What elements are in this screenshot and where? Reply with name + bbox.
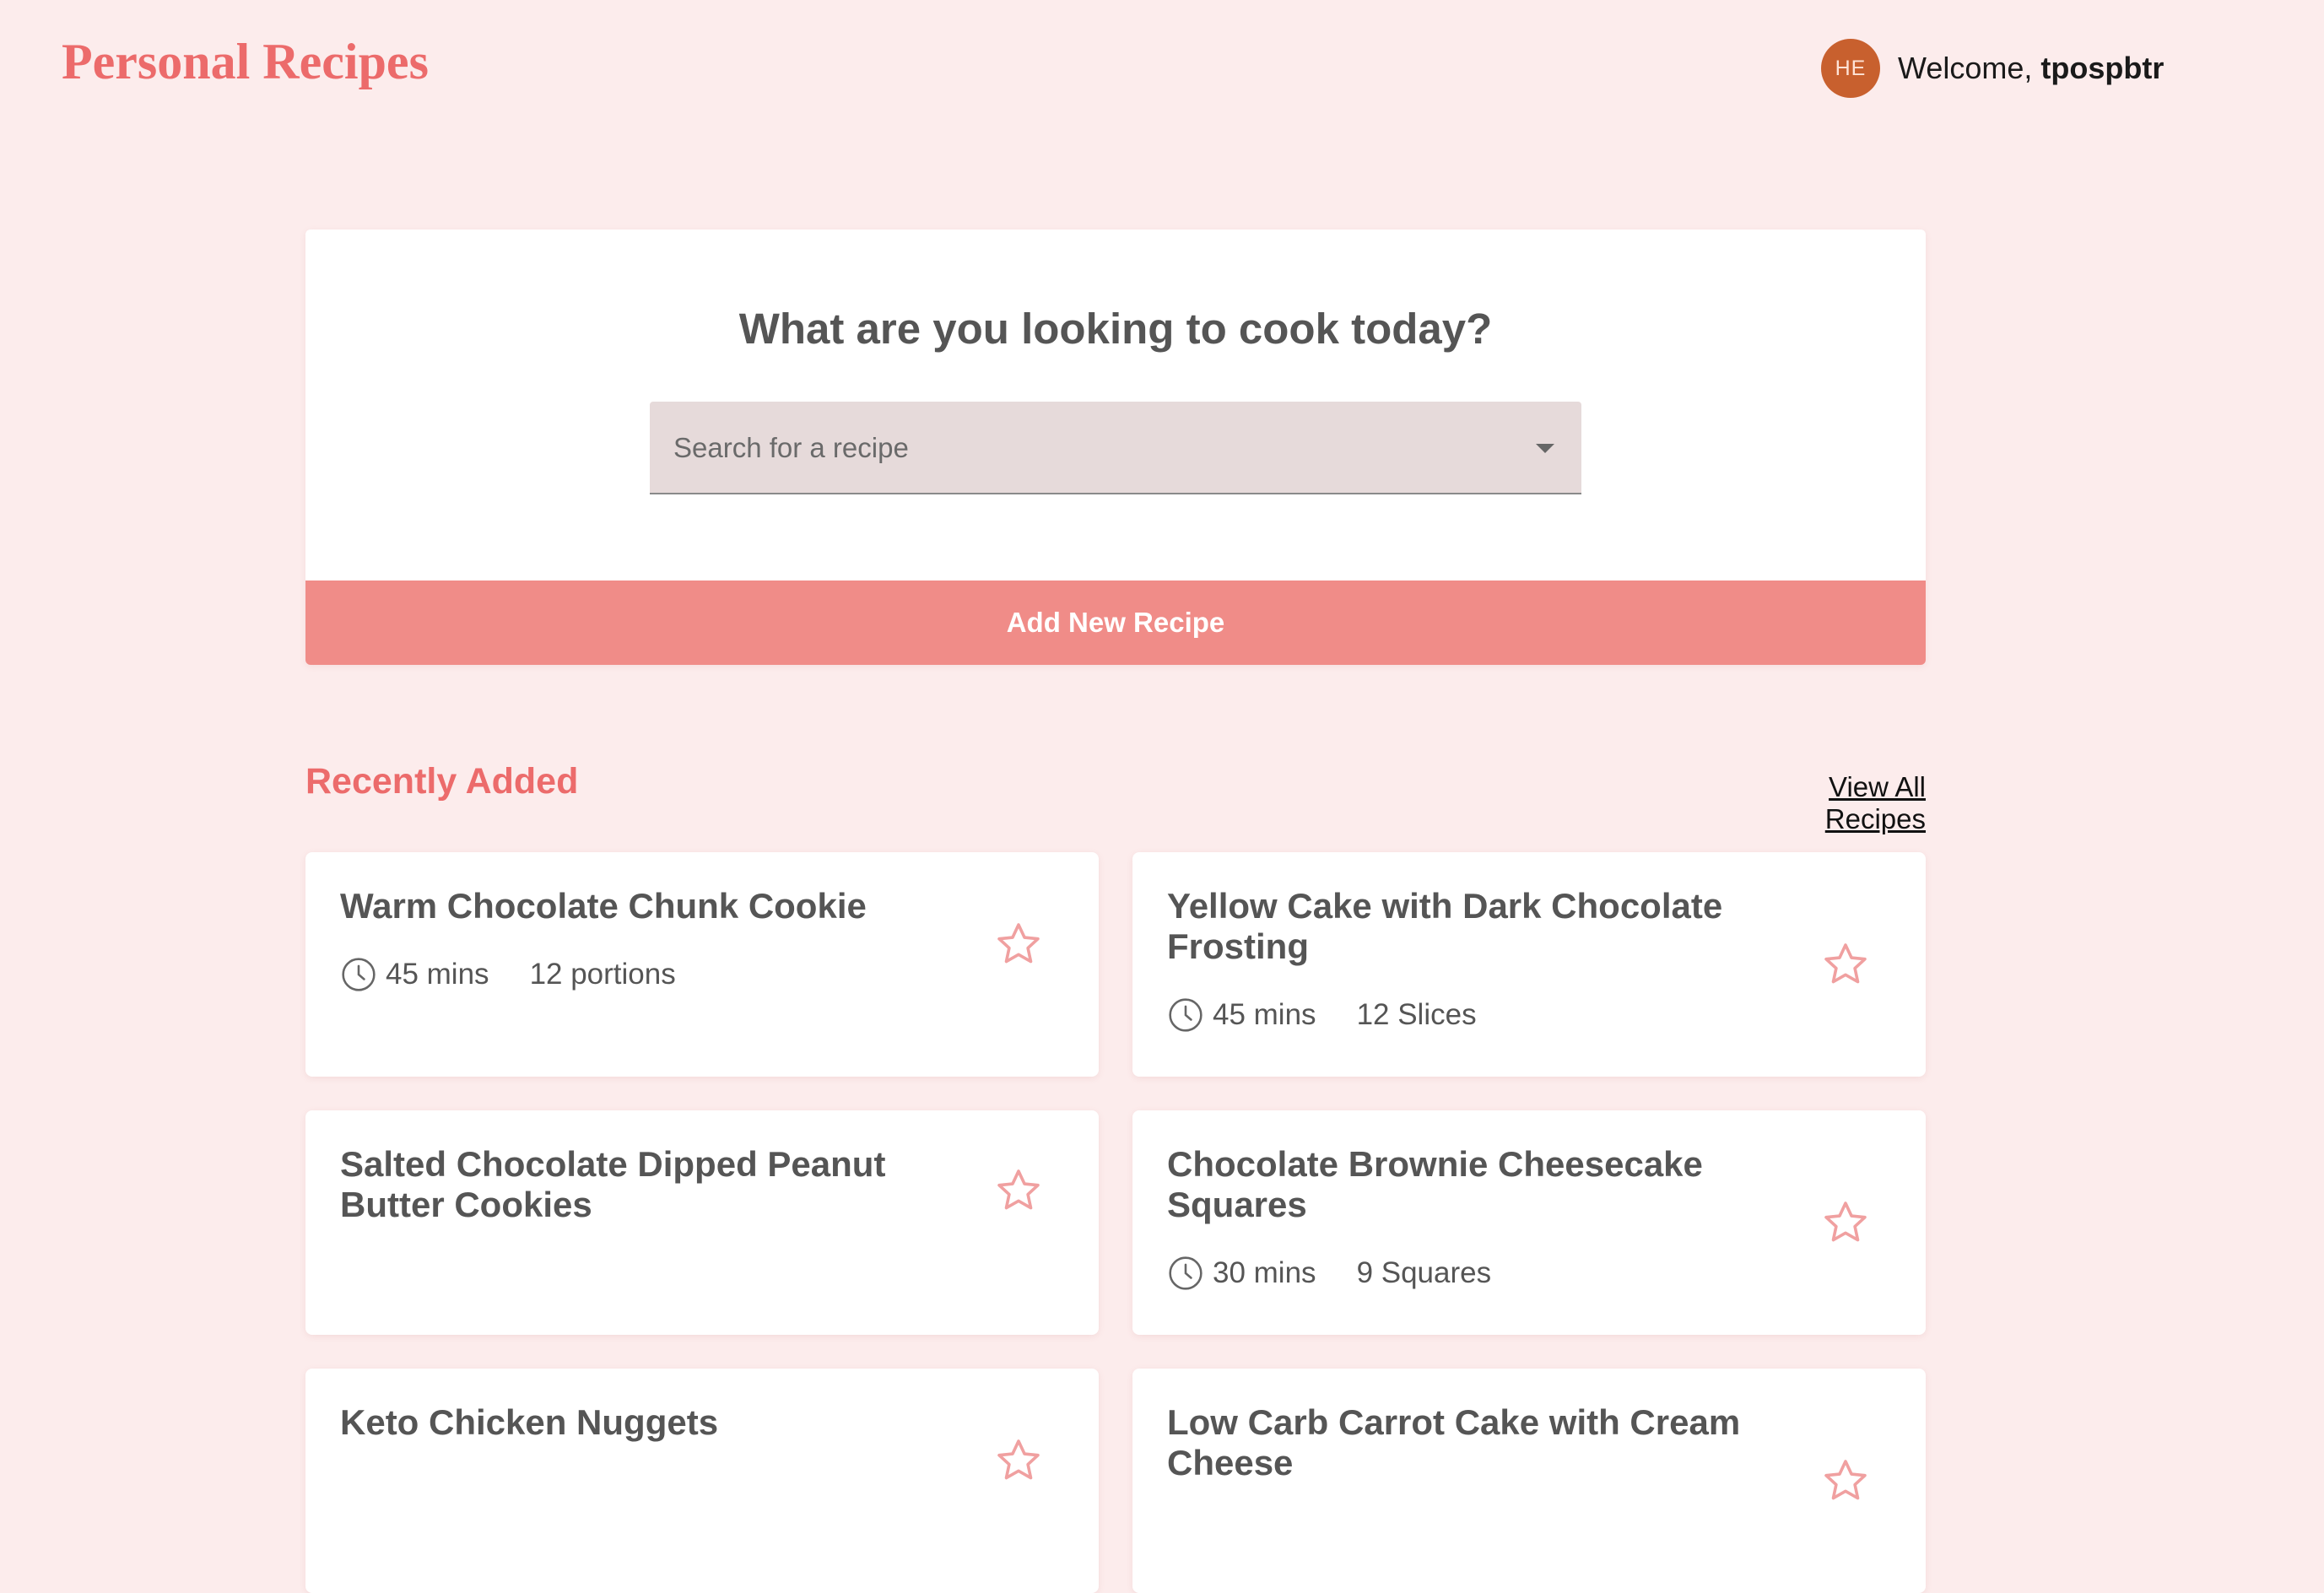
avatar[interactable]: HE bbox=[1821, 39, 1880, 98]
user-menu[interactable]: HE Welcome, tpospbtr bbox=[1821, 39, 2164, 98]
recipe-time: 45 mins bbox=[386, 958, 489, 991]
recipe-servings: 12 portions bbox=[529, 958, 676, 991]
recipe-meta: 30 mins 9 Squares bbox=[1167, 1255, 1491, 1292]
add-new-recipe-button[interactable]: Add New Recipe bbox=[305, 580, 1926, 665]
search-card: What are you looking to cook today? Add … bbox=[305, 230, 1926, 665]
clock-icon bbox=[342, 958, 376, 991]
recipe-time: 30 mins bbox=[1213, 1256, 1316, 1289]
search-heading: What are you looking to cook today? bbox=[738, 305, 1493, 353]
recipe-title: Warm Chocolate Chunk Cookie bbox=[340, 886, 867, 926]
recipe-card[interactable]: Salted Chocolate Dipped Peanut Butter Co… bbox=[305, 1110, 1099, 1335]
clock-icon bbox=[1169, 998, 1203, 1032]
star-outline-icon[interactable] bbox=[994, 920, 1043, 969]
recipe-card[interactable]: Keto Chicken Nuggets bbox=[305, 1369, 1099, 1593]
recipe-title: Chocolate Brownie Cheesecake Squares bbox=[1167, 1144, 1703, 1224]
search-input[interactable] bbox=[672, 402, 1519, 494]
recipe-card[interactable]: Yellow Cake with Dark Chocolate Frosting… bbox=[1132, 852, 1926, 1077]
recipe-title: Low Carb Carrot Cake with Cream Cheese bbox=[1167, 1402, 1741, 1482]
star-outline-icon[interactable] bbox=[1821, 1198, 1870, 1247]
recipe-time: 45 mins bbox=[1213, 998, 1316, 1031]
recipe-card[interactable]: Chocolate Brownie Cheesecake Squares 30 … bbox=[1132, 1110, 1926, 1335]
star-outline-icon[interactable] bbox=[994, 1166, 1043, 1215]
star-outline-icon[interactable] bbox=[994, 1436, 1043, 1485]
dropdown-arrow-icon[interactable] bbox=[1536, 444, 1554, 453]
recently-added-heading: Recently Added bbox=[305, 761, 579, 802]
star-outline-icon[interactable] bbox=[1821, 940, 1870, 989]
recipe-title: Yellow Cake with Dark Chocolate Frosting bbox=[1167, 886, 1723, 966]
welcome-prefix: Welcome, bbox=[1898, 51, 2041, 85]
recipe-meta: 45 mins 12 Slices bbox=[1167, 996, 1477, 1034]
star-outline-icon[interactable] bbox=[1821, 1456, 1870, 1505]
recipe-card[interactable]: Low Carb Carrot Cake with Cream Cheese bbox=[1132, 1369, 1926, 1593]
recipe-meta: 45 mins 12 portions bbox=[340, 956, 676, 993]
recipe-servings: 12 Slices bbox=[1356, 998, 1477, 1031]
view-all-recipes-link[interactable]: View All Recipes bbox=[1725, 771, 1926, 835]
username: tpospbtr bbox=[2040, 51, 2165, 85]
recipe-title: Keto Chicken Nuggets bbox=[340, 1402, 719, 1442]
clock-icon bbox=[1169, 1256, 1203, 1290]
app-title[interactable]: Personal Recipes bbox=[62, 34, 429, 89]
recipe-title: Salted Chocolate Dipped Peanut Butter Co… bbox=[340, 1144, 886, 1224]
recipe-search-select[interactable] bbox=[650, 402, 1581, 494]
recipe-servings: 9 Squares bbox=[1356, 1256, 1492, 1289]
welcome-text: Welcome, tpospbtr bbox=[1898, 51, 2164, 86]
recipe-card[interactable]: Warm Chocolate Chunk Cookie 45 mins 12 p… bbox=[305, 852, 1099, 1077]
